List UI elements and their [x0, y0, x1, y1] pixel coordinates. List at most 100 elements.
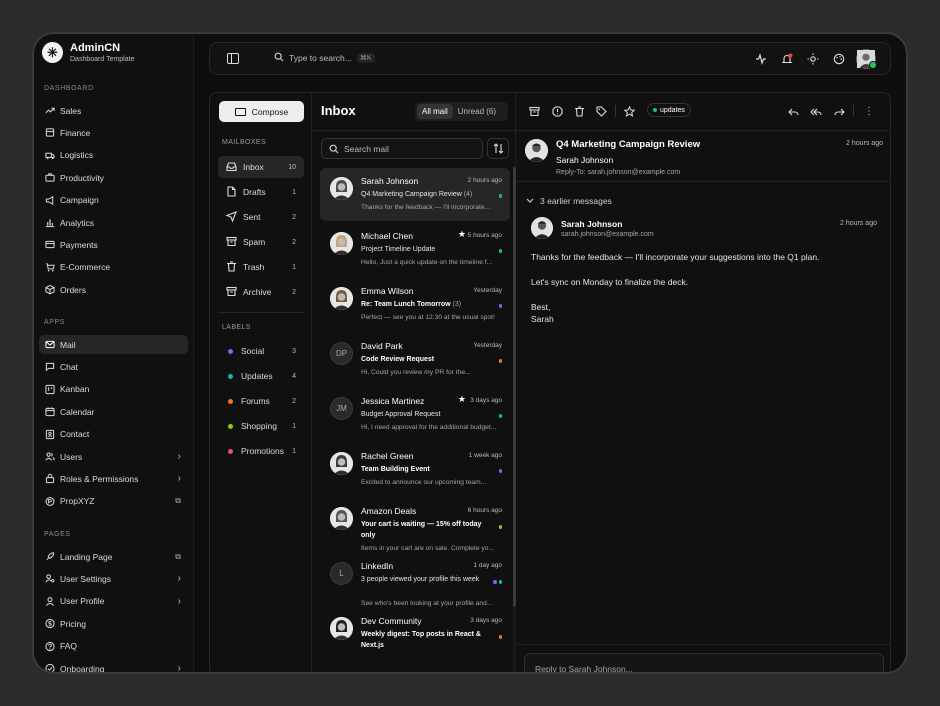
mail-subject-text: Project Timeline Update: [361, 246, 436, 253]
label-social[interactable]: Social 3: [218, 340, 304, 362]
sidebar-item-users[interactable]: Users ›: [39, 447, 188, 466]
mailbox-sent[interactable]: Sent 2: [218, 206, 304, 228]
sidebar-item-faq[interactable]: FAQ: [39, 637, 188, 656]
mail-list-item[interactable]: Amazon Deals 6 hours ago Your cart is wait…: [320, 498, 510, 552]
mailbox-archive[interactable]: Archive 2: [218, 281, 304, 303]
sidebar-toggle-icon[interactable]: [227, 53, 239, 64]
sidebar-item-analytics[interactable]: Analytics: [39, 213, 188, 232]
palette-icon[interactable]: [833, 53, 845, 65]
sort-button[interactable]: [487, 138, 509, 159]
sidebar-item-label: Pricing: [60, 618, 86, 629]
mailbox-trash[interactable]: Trash 1: [218, 256, 304, 278]
sidebar-item-e-commerce[interactable]: E-Commerce: [39, 258, 188, 277]
mail-list-item[interactable]: JM Jessica Martinez 3 days ago ★ Budget Appr…: [320, 388, 510, 441]
sidebar-item-mail[interactable]: Mail: [39, 335, 188, 354]
sidebar-item-productivity[interactable]: Productivity: [39, 168, 188, 187]
mail-list-item[interactable]: Emma Wilson Yesterday Re: Team Lunch Tomor…: [320, 278, 510, 331]
sidebar-item-sales[interactable]: Sales: [39, 101, 188, 120]
archive-icon[interactable]: [528, 105, 540, 117]
sidebar-item-finance[interactable]: Finance: [39, 123, 188, 142]
mail-preview: See who's been looking at your profile a…: [361, 600, 493, 607]
spam-icon[interactable]: [551, 105, 563, 117]
mail-preview: Perfect — see you at 12:30 at the usual …: [361, 314, 495, 321]
sender-name: Emma Wilson: [361, 286, 414, 296]
sidebar-item-onboarding[interactable]: Onboarding ›: [39, 659, 188, 672]
mailbox-label: Trash: [243, 262, 265, 272]
mail-list-item[interactable]: L LinkedIn 1 day ago 3 people viewed your p…: [320, 553, 510, 607]
sidebar-item-label: E-Commerce: [60, 262, 111, 273]
label-chip[interactable]: updates: [647, 103, 691, 117]
label-count: 4: [292, 372, 296, 380]
mailbox-inbox[interactable]: Inbox 10: [218, 156, 304, 178]
mail-subject-text: Your cart is waiting — 15% off today onl…: [361, 521, 482, 539]
theme-toggle-icon[interactable]: [807, 53, 819, 65]
mail-list-item[interactable]: DP David Park Yesterday Code Review Request…: [320, 333, 510, 386]
star-icon[interactable]: [623, 105, 635, 117]
global-search[interactable]: Type to search... ⌘K: [274, 52, 375, 64]
reply-icon[interactable]: [787, 105, 799, 117]
mail-time: 3 days ago: [470, 397, 502, 404]
mailbox-count: 1: [292, 263, 296, 271]
sidebar-item-contact[interactable]: Contact: [39, 425, 188, 444]
mail-subject-text: Q4 Marketing Campaign Review: [361, 191, 462, 198]
tab-unread[interactable]: Unread (6): [453, 104, 501, 119]
starred-icon[interactable]: ★: [458, 229, 466, 240]
more-options-icon[interactable]: ⋮: [863, 105, 875, 117]
mail-preview: Excited to announce our upcoming team...: [361, 479, 487, 486]
starred-icon[interactable]: ★: [458, 394, 466, 405]
mail-preview: Hello, Just a quick update on the timeli…: [361, 259, 493, 266]
sidebar-item-payments[interactable]: Payments: [39, 235, 188, 254]
brand-subtitle: Dashboard Template: [70, 56, 135, 63]
label-forums[interactable]: Forums 2: [218, 390, 304, 412]
sidebar: ✳ AdminCN Dashboard Template DASHBOARD A…: [34, 34, 194, 672]
brand-logo-icon: ✳: [42, 42, 63, 63]
mail-list-item[interactable]: Dev Community 3 days ago Weekly digest: To…: [320, 608, 510, 661]
sidebar-item-user-settings[interactable]: User Settings ›: [39, 569, 188, 588]
label-promotions[interactable]: Promotions 1: [218, 440, 304, 462]
sidebar-item-label: Sales: [60, 105, 82, 116]
sidebar-item-pricing[interactable]: Pricing: [39, 614, 188, 633]
sidebar-item-propxyz[interactable]: PropXYZ ⧉: [39, 492, 188, 511]
activity-icon[interactable]: [755, 53, 767, 65]
reply-all-icon[interactable]: [810, 105, 822, 117]
mailbox-count: 2: [292, 238, 296, 246]
user-avatar[interactable]: [856, 49, 877, 69]
earlier-messages-toggle[interactable]: 3 earlier messages: [526, 196, 612, 206]
sender-name: LinkedIn: [361, 561, 394, 571]
spam-icon: [226, 236, 237, 249]
label-color-dot: [228, 348, 233, 354]
sidebar-item-orders[interactable]: Orders: [39, 280, 188, 299]
sidebar-item-chat[interactable]: Chat: [39, 357, 188, 376]
mail-list-item[interactable]: Michael Chen 5 hours ago ★ Project Timeline…: [320, 223, 510, 276]
mailbox-drafts[interactable]: Drafts 1: [218, 181, 304, 203]
tab-all-mail[interactable]: All mail: [417, 104, 453, 119]
mail-list-item[interactable]: Rachel Green 1 week ago Team Building Even…: [320, 443, 510, 496]
trending-icon: [45, 106, 55, 116]
label-color-dot: [228, 448, 233, 454]
sidebar-item-campaign[interactable]: Campaign: [39, 191, 188, 210]
brand[interactable]: ✳ AdminCN Dashboard Template: [42, 42, 134, 63]
search-icon: [274, 52, 284, 64]
label-shopping[interactable]: Shopping 1: [218, 415, 304, 437]
sidebar-item-logistics[interactable]: Logistics: [39, 146, 188, 165]
mail-list-item[interactable]: Sarah Johnson 2 hours ago Q4 Marketing Cam…: [320, 168, 510, 221]
notification-bell-icon[interactable]: [781, 53, 793, 65]
sender-avatar: [330, 287, 353, 310]
sidebar-item-kanban[interactable]: Kanban: [39, 380, 188, 399]
sender-avatar: [330, 232, 353, 255]
tag-icon[interactable]: [595, 105, 607, 117]
label-updates[interactable]: Updates 4: [218, 365, 304, 387]
sidebar-item-user-profile[interactable]: User Profile ›: [39, 592, 188, 611]
sidebar-item-roles-permissions[interactable]: Roles & Permissions ›: [39, 469, 188, 488]
sidebar-item-landing-page[interactable]: Landing Page ⧉: [39, 547, 188, 566]
tag-dot: [498, 469, 502, 473]
search-mail-input[interactable]: Search mail: [321, 138, 483, 159]
mailbox-spam[interactable]: Spam 2: [218, 231, 304, 253]
forward-icon[interactable]: [833, 105, 845, 117]
sidebar-item-calendar[interactable]: Calendar: [39, 402, 188, 421]
trash-icon[interactable]: [573, 105, 585, 117]
compose-button[interactable]: Compose: [219, 101, 304, 122]
reply-input[interactable]: Reply to Sarah Johnson...: [524, 653, 884, 672]
sort-icon: [493, 143, 503, 154]
mail-subject: Team Building Event: [361, 465, 496, 476]
